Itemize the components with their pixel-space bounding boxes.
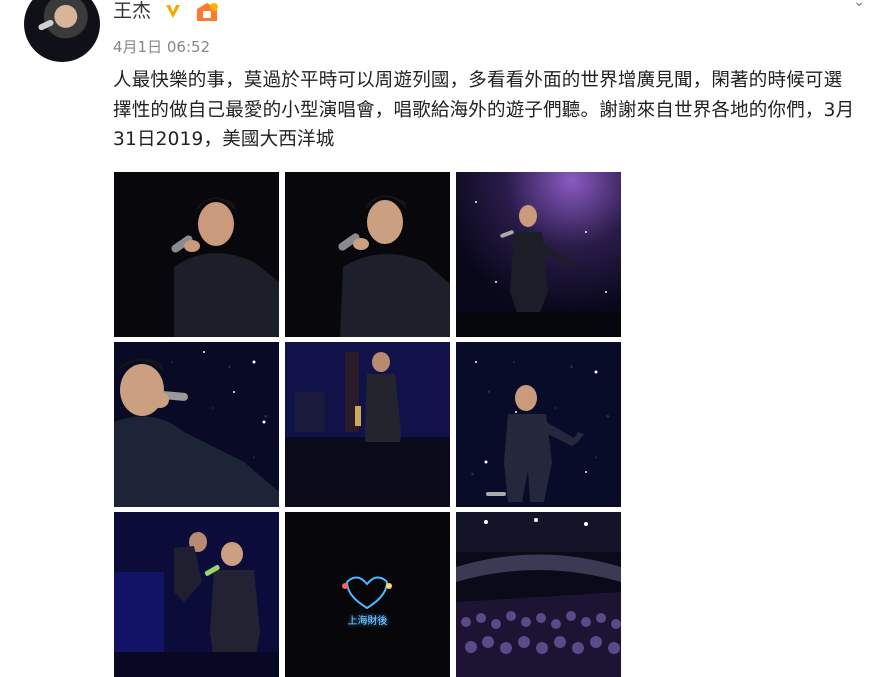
photo-8[interactable]: 上海財後 [285, 512, 450, 677]
author-name[interactable]: 王杰 [113, 0, 151, 22]
photo-2[interactable] [285, 172, 450, 337]
chevron-down-icon[interactable]: ⌄ [853, 0, 865, 10]
verified-v-icon[interactable] [164, 2, 182, 20]
post-timestamp[interactable]: 4月1日 06:52 [113, 36, 210, 57]
photo-4[interactable] [114, 342, 279, 507]
photo-grid: 上海財後 [114, 172, 621, 677]
photo-1[interactable] [114, 172, 279, 337]
post-text: 人最快樂的事，莫過於平時可以周遊列國，多看看外面的世界增廣見聞，閑著的時候可選擇… [113, 70, 855, 150]
photo-6[interactable] [456, 342, 621, 507]
avatar-microphone [37, 18, 55, 32]
photo-5[interactable] [285, 342, 450, 507]
photo-venue-sign: 上海財後 [347, 616, 388, 627]
member-badge-icon[interactable] [194, 1, 220, 23]
photo-3[interactable] [456, 172, 621, 337]
photo-7[interactable] [114, 512, 279, 677]
photo-9[interactable] [456, 512, 621, 677]
avatar[interactable] [24, 0, 100, 62]
